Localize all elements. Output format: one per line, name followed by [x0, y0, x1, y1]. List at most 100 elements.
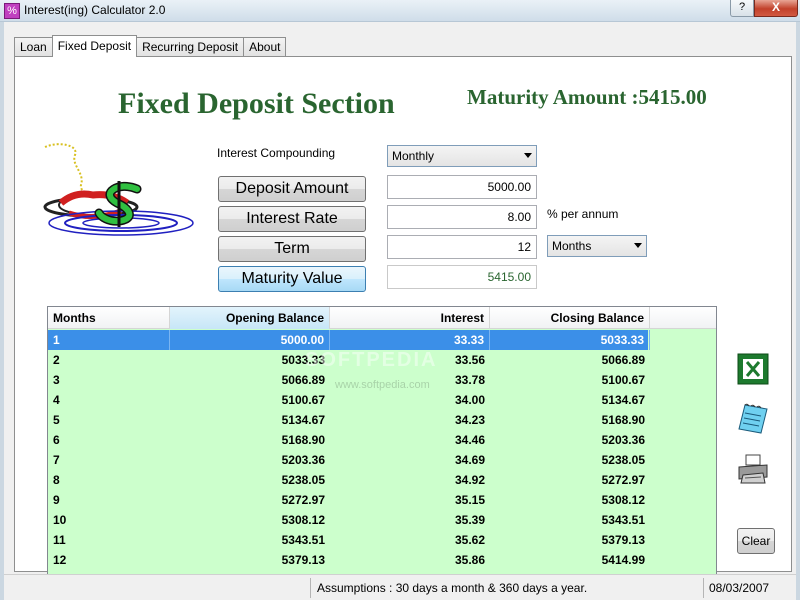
close-button[interactable]: X — [754, 0, 798, 17]
table-row[interactable]: 11 5343.51 35.62 5379.13 — [48, 530, 648, 550]
cell-closing-balance: 5272.97 — [601, 473, 645, 487]
interest-rate-field[interactable]: 8.00 — [387, 205, 537, 229]
chevron-down-icon — [524, 153, 532, 158]
cell-month: 5 — [53, 413, 60, 427]
notepad-export-icon[interactable] — [737, 403, 769, 435]
cell-opening-balance: 5134.67 — [281, 413, 325, 427]
cell-month: 12 — [53, 553, 67, 567]
fixed-deposit-panel: Fixed Deposit Section Maturity Amount :5… — [14, 56, 792, 576]
cell-closing-balance: 5414.99 — [601, 553, 645, 567]
cell-month: 4 — [53, 393, 60, 407]
maturity-amount-value: 5415.00 — [638, 85, 707, 109]
cell-interest: 35.39 — [454, 513, 485, 527]
term-field[interactable]: 12 — [387, 235, 537, 259]
header-interest[interactable]: Interest — [330, 307, 490, 329]
cell-closing-balance: 5379.13 — [601, 533, 645, 547]
excel-export-icon[interactable] — [737, 353, 769, 385]
table-row[interactable]: 6 5168.90 34.46 5203.36 — [48, 430, 648, 450]
status-date: 08/03/2007 — [709, 581, 770, 595]
status-bar: Assumptions : 30 days a month & 360 days… — [4, 574, 796, 600]
cell-opening-balance: 5000.00 — [170, 330, 330, 350]
window-title: Interest(ing) Calculator 2.0 — [24, 3, 166, 17]
tab-about[interactable]: About — [243, 37, 287, 57]
cell-month: 8 — [53, 473, 60, 487]
cell-closing-balance: 5134.67 — [601, 393, 645, 407]
compounding-select-value: Monthly — [392, 149, 435, 163]
cell-opening-balance: 5272.97 — [281, 493, 325, 507]
table-row[interactable]: 8 5238.05 34.92 5272.97 — [48, 470, 648, 490]
deposit-amount-field[interactable]: 5000.00 — [387, 175, 537, 199]
maturity-value-button[interactable]: Maturity Value — [218, 266, 366, 292]
cell-opening-balance: 5379.13 — [281, 553, 325, 567]
app-icon: % — [4, 3, 20, 19]
cell-opening-balance: 5343.51 — [281, 533, 325, 547]
cell-opening-balance: 5203.36 — [281, 453, 325, 467]
cell-opening-balance: 5066.89 — [281, 373, 325, 387]
tab-strip: Loan Fixed Deposit Recurring Deposit Abo… — [14, 35, 287, 57]
header-months[interactable]: Months — [48, 307, 170, 329]
cell-interest: 34.46 — [454, 433, 485, 447]
cell-interest: 35.15 — [454, 493, 485, 507]
cell-closing-balance: 5168.90 — [601, 413, 645, 427]
cell-closing-balance: 5066.89 — [601, 353, 645, 367]
table-header: Months Opening Balance Interest Closing … — [48, 307, 716, 329]
cell-closing-balance: 5100.67 — [601, 373, 645, 387]
status-assumptions: Assumptions : 30 days a month & 360 days… — [317, 581, 588, 595]
cell-month: 2 — [53, 353, 60, 367]
cell-closing-balance: 5203.36 — [601, 433, 645, 447]
term-unit-select-value: Months — [552, 239, 592, 253]
chevron-down-icon — [634, 243, 642, 248]
term-button[interactable]: Term — [218, 236, 366, 262]
cell-month: 6 — [53, 433, 60, 447]
cell-month: 9 — [53, 493, 60, 507]
compounding-select[interactable]: Monthly — [387, 145, 537, 167]
tab-recurring-deposit[interactable]: Recurring Deposit — [136, 37, 245, 57]
tab-fixed-deposit[interactable]: Fixed Deposit — [51, 35, 138, 57]
cell-month: 10 — [53, 513, 67, 527]
table-row[interactable]: 12 5379.13 35.86 5414.99 — [48, 550, 648, 570]
cell-closing-balance: 5033.33 — [490, 330, 650, 350]
cell-closing-balance: 5343.51 — [601, 513, 645, 527]
cell-opening-balance: 5238.05 — [281, 473, 325, 487]
cell-interest: 34.23 — [454, 413, 485, 427]
cell-opening-balance: 5100.67 — [281, 393, 325, 407]
cell-closing-balance: 5238.05 — [601, 453, 645, 467]
header-closing-balance[interactable]: Closing Balance — [490, 307, 650, 329]
cell-month: 7 — [53, 453, 60, 467]
table-row[interactable]: 10 5308.12 35.39 5343.51 — [48, 510, 648, 530]
cell-month: 3 — [53, 373, 60, 387]
deposit-amount-button[interactable]: Deposit Amount — [218, 176, 366, 202]
table-row[interactable]: 1 5000.00 33.33 5033.33 — [48, 330, 650, 350]
maturity-amount-label: Maturity Amount : — [467, 85, 639, 109]
schedule-table[interactable]: Months Opening Balance Interest Closing … — [47, 306, 717, 576]
deposit-illustration-icon — [43, 143, 194, 236]
maturity-amount-heading: Maturity Amount :5415.00 — [467, 85, 707, 110]
tab-loan[interactable]: Loan — [14, 37, 53, 57]
cell-opening-balance: 5308.12 — [281, 513, 325, 527]
help-button[interactable]: ? — [730, 0, 754, 17]
compounding-label: Interest Compounding — [217, 146, 336, 160]
table-row[interactable]: 4 5100.67 34.00 5134.67 — [48, 390, 648, 410]
status-separator — [703, 578, 704, 598]
cell-interest: 35.62 — [454, 533, 485, 547]
status-separator — [310, 578, 311, 598]
table-row[interactable]: 9 5272.97 35.15 5308.12 — [48, 490, 648, 510]
clear-button[interactable]: Clear — [737, 528, 775, 554]
watermark-url: www.softpedia.com — [335, 379, 430, 391]
cell-interest: 35.86 — [454, 553, 485, 567]
printer-icon[interactable] — [737, 453, 769, 485]
main-window: Loan Fixed Deposit Recurring Deposit Abo… — [0, 22, 800, 600]
maturity-value-field: 5415.00 — [387, 265, 537, 289]
interest-rate-button[interactable]: Interest Rate — [218, 206, 366, 232]
cell-month: 1 — [48, 330, 170, 350]
cell-interest: 34.69 — [454, 453, 485, 467]
cell-opening-balance: 5168.90 — [281, 433, 325, 447]
table-row[interactable]: 5 5134.67 34.23 5168.90 — [48, 410, 648, 430]
title-bar: % Interest(ing) Calculator 2.0 ? X — [0, 0, 800, 22]
cell-interest: 33.33 — [330, 330, 490, 350]
watermark-text: SOFTPEDIA — [305, 349, 438, 371]
table-row[interactable]: 7 5203.36 34.69 5238.05 — [48, 450, 648, 470]
header-opening-balance[interactable]: Opening Balance — [170, 307, 330, 329]
term-unit-select[interactable]: Months — [547, 235, 647, 257]
section-title: Fixed Deposit Section — [118, 87, 395, 120]
